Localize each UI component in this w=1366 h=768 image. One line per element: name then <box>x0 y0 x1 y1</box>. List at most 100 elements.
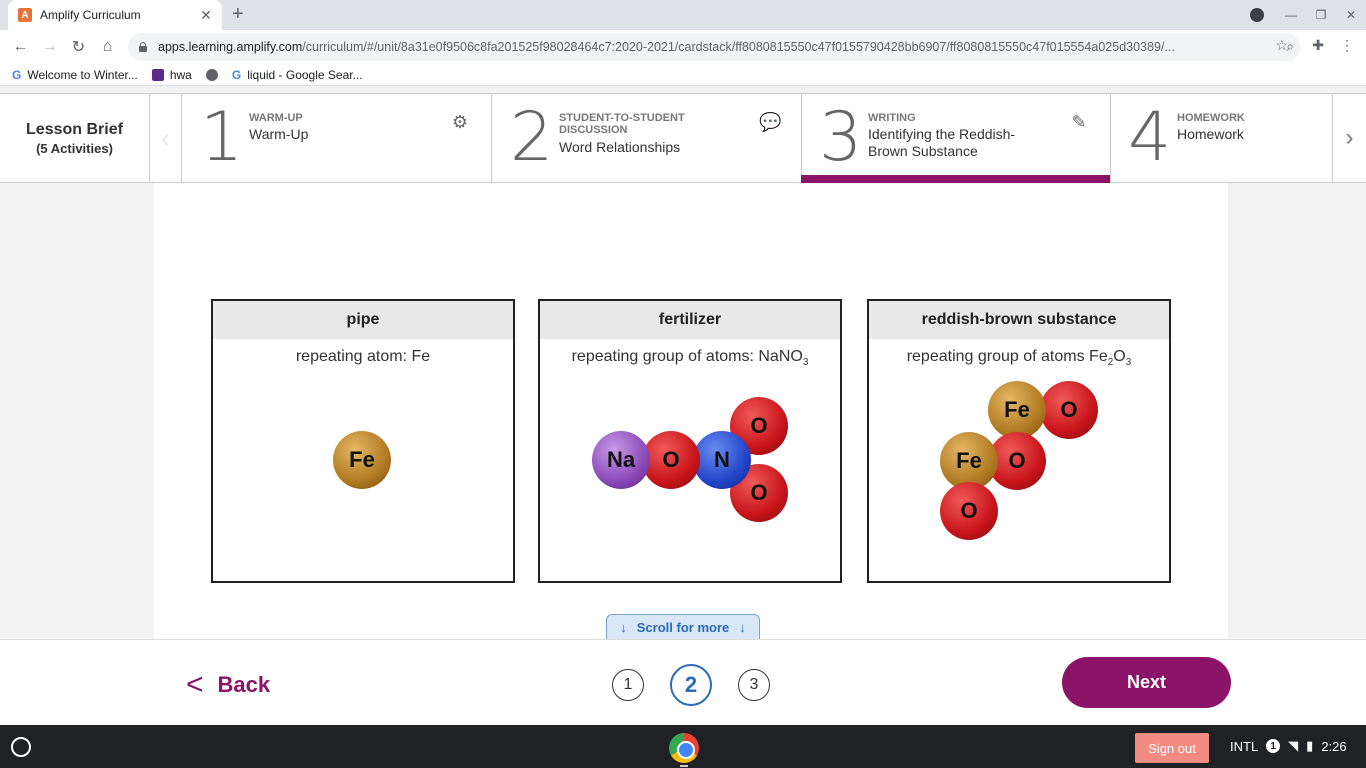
nav-prev-chevron-icon[interactable]: ‹ <box>150 94 182 182</box>
restore-icon[interactable]: ❐ <box>1306 8 1336 22</box>
activity-tab-2[interactable]: 2 STUDENT-TO-STUDENT DISCUSSION Word Rel… <box>492 94 802 182</box>
atom-o: O <box>1040 381 1098 439</box>
browser-tab[interactable]: A Amplify Curriculum ✕ <box>8 0 222 30</box>
atom-o: O <box>642 431 700 489</box>
launcher-icon[interactable] <box>11 737 31 757</box>
card-subtitle: repeating group of atoms: NaNO3 <box>540 348 840 368</box>
formula-text: repeating group of atoms Fe <box>906 348 1108 365</box>
activity-category: WRITING <box>868 112 916 124</box>
extensions-icon[interactable]: ✚ <box>1312 37 1324 54</box>
bookmark-hwa[interactable]: hwa <box>151 68 192 82</box>
chrome-icon[interactable] <box>669 733 699 763</box>
atom-fe: Fe <box>333 431 391 489</box>
address-bar[interactable]: apps.learning.amplify.com/curriculum/#/u… <box>128 33 1300 61</box>
browser-tabbar: A Amplify Curriculum ✕ + — ❐ ✕ <box>0 0 1366 30</box>
page-3-button[interactable]: 3 <box>738 669 770 701</box>
google-icon: G <box>12 67 22 82</box>
activity-title: Identifying the Reddish-Brown Substance <box>868 126 1016 159</box>
minimize-icon[interactable]: — <box>1276 8 1306 22</box>
activity-tab-1[interactable]: 1 WARM-UP Warm-Up ⚙ <box>182 94 492 182</box>
activity-category: STUDENT-TO-STUDENT DISCUSSION <box>559 112 685 136</box>
lesson-brief-title: Lesson Brief <box>26 120 123 138</box>
page-2-button[interactable]: 2 <box>670 664 712 706</box>
browser-toolbar: ← → ↻ ⌂ apps.learning.amplify.com/curric… <box>0 30 1366 64</box>
card-title: pipe <box>213 301 513 339</box>
formula-subscript: 3 <box>1125 357 1132 369</box>
nav-next-chevron-icon[interactable]: › <box>1332 94 1366 182</box>
activity-title: Word Relationships <box>559 139 681 155</box>
lesson-nav: Lesson Brief (5 Activities) ‹ 1 WARM-UP … <box>0 93 1366 183</box>
active-tab-indicator <box>801 175 1110 183</box>
google-icon: G <box>231 67 242 82</box>
wifi-icon: ◥ <box>1288 738 1299 753</box>
page-1-button[interactable]: 1 <box>612 669 644 701</box>
profile-menu-icon[interactable] <box>1250 8 1264 22</box>
activity-tab-3[interactable]: 3 WRITING Identifying the Reddish-Brown … <box>801 94 1111 183</box>
lesson-brief-button[interactable]: Lesson Brief (5 Activities) <box>0 94 150 182</box>
bookmark-star-icon[interactable]: ☆ <box>1275 37 1288 54</box>
page-pager: 1 2 3 <box>612 664 770 706</box>
bookmark-liquid[interactable]: G liquid - Google Sear... <box>232 68 363 82</box>
reload-icon[interactable]: ↻ <box>64 37 93 57</box>
close-window-icon[interactable]: ✕ <box>1336 8 1366 22</box>
amplify-favicon-icon: A <box>18 8 32 22</box>
os-taskbar: Sign out INTL 1 ◥ ▮ 2:26 <box>0 725 1366 768</box>
bookmark-label: Welcome to Winter... <box>27 67 138 82</box>
lock-icon <box>138 42 148 52</box>
activity-number: 3 <box>819 98 863 177</box>
card-title: fertilizer <box>540 301 840 339</box>
system-tray[interactable]: INTL 1 ◥ ▮ 2:26 <box>1230 738 1347 754</box>
activity-number: 1 <box>200 98 244 177</box>
menu-kebab-icon[interactable]: ⋮ <box>1340 37 1354 54</box>
notification-badge: 1 <box>1266 739 1281 753</box>
lesson-footer: < Back 1 2 3 Next <box>0 639 1366 725</box>
arrow-down-icon: ↓ <box>620 620 627 635</box>
card-reddish-brown: reddish-brown substance repeating group … <box>867 299 1171 583</box>
chevron-left-icon: < <box>186 668 204 701</box>
window-controls: — ❐ ✕ <box>1250 0 1366 30</box>
home-icon[interactable]: ⌂ <box>93 38 122 56</box>
activity-number: 4 <box>1128 98 1172 177</box>
formula-text: repeating group of atoms: NaNO <box>571 348 803 365</box>
gear-head-icon: ⚙ <box>451 112 469 132</box>
activity-category: WARM-UP <box>249 112 303 124</box>
formula-text: O <box>1113 348 1126 365</box>
activity-category: HOMEWORK <box>1177 112 1245 124</box>
back-button[interactable]: < Back <box>186 668 270 702</box>
atom-n: N <box>693 431 751 489</box>
bookmarks-bar: G Welcome to Winter... hwa G liquid - Go… <box>0 64 1366 86</box>
atom-na: Na <box>592 431 650 489</box>
card-pipe: pipe repeating atom: Fe Fe <box>211 299 515 583</box>
chat-bubbles-icon: 💬 <box>759 112 782 132</box>
back-label: Back <box>217 672 271 697</box>
tab-title: Amplify Curriculum <box>40 8 141 22</box>
scroll-hint-label: Scroll for more <box>636 620 730 635</box>
close-tab-icon[interactable]: ✕ <box>198 7 214 24</box>
card-subtitle: repeating group of atoms Fe2O3 <box>869 348 1169 368</box>
card-title: reddish-brown substance <box>869 301 1169 339</box>
card-subtitle: repeating atom: Fe <box>295 348 431 365</box>
scroll-for-more-button[interactable]: ↓ Scroll for more ↓ <box>606 614 760 640</box>
lesson-brief-count: (5 Activities) <box>36 140 113 156</box>
card-fertilizer: fertilizer repeating group of atoms: NaN… <box>538 299 842 583</box>
atom-fe: Fe <box>988 381 1046 439</box>
activity-number: 2 <box>510 98 554 177</box>
forward-arrow-icon[interactable]: → <box>35 38 64 56</box>
bookmark-welcome[interactable]: G Welcome to Winter... <box>12 68 138 82</box>
new-tab-icon[interactable]: + <box>232 4 244 24</box>
bookmark-label: liquid - Google Sear... <box>247 67 363 82</box>
list-icon <box>151 68 164 81</box>
formula-subscript: 3 <box>802 357 809 369</box>
battery-icon: ▮ <box>1306 738 1314 753</box>
next-button[interactable]: Next <box>1062 657 1231 708</box>
globe-icon <box>205 68 218 81</box>
url-host: apps.learning.amplify.com <box>158 40 303 54</box>
sign-out-button[interactable]: Sign out <box>1135 733 1209 763</box>
content-panel: pipe repeating atom: Fe Fe fertilizer re… <box>154 183 1228 639</box>
pencil-icon: ✎ <box>1071 112 1087 132</box>
back-arrow-icon[interactable]: ← <box>6 38 35 56</box>
keyboard-layout: INTL <box>1230 738 1259 754</box>
activity-tab-4[interactable]: 4 HOMEWORK Homework <box>1110 94 1332 182</box>
bookmark-globe[interactable] <box>205 68 218 81</box>
clock: 2:26 <box>1321 738 1347 754</box>
